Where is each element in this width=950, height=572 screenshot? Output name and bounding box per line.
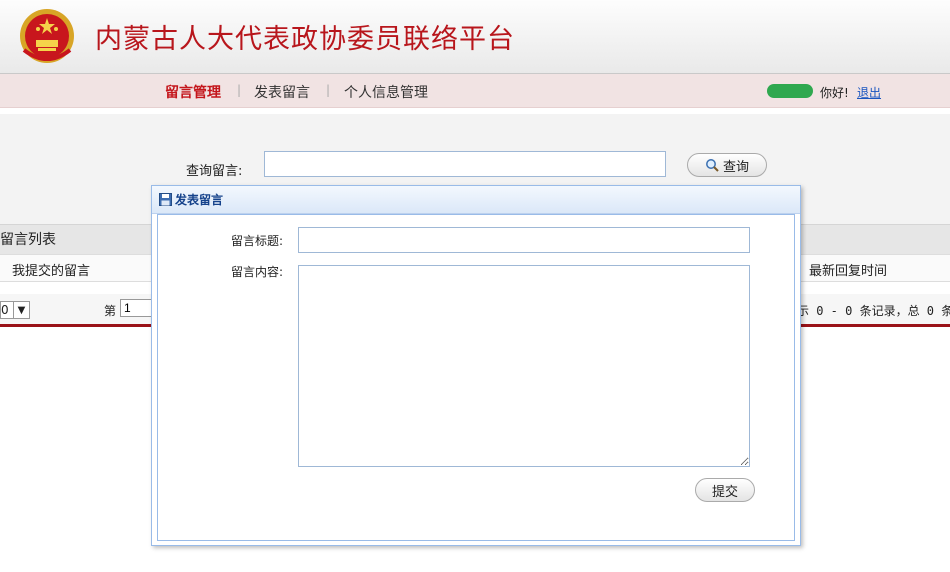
dialog-body: 留言标题: 留言内容: 提交 [157, 214, 795, 541]
content-field-label: 留言内容: [231, 265, 284, 279]
nav-separator: | [326, 83, 331, 97]
page-size-value: 0 [1, 303, 9, 317]
message-content-textarea[interactable] [298, 265, 750, 467]
message-title-input[interactable] [298, 227, 750, 253]
national-emblem-icon [20, 9, 74, 63]
nav-item-message-management[interactable]: 留言管理 [165, 82, 221, 102]
column-last-reply-time[interactable]: 最新回复时间 [809, 260, 887, 279]
dialog-title-bar[interactable]: 发表留言 [152, 186, 800, 214]
site-header: 内蒙古人大代表政协委员联络平台 [0, 0, 950, 74]
page-prefix: 第 [104, 304, 117, 318]
floppy-icon [159, 193, 172, 206]
nav-separator: | [237, 83, 242, 97]
dialog-title: 发表留言 [175, 193, 224, 207]
query-button[interactable]: 查询 [687, 153, 767, 177]
post-message-dialog: 发表留言 留言标题: 留言内容: 提交 [151, 185, 801, 546]
page-number-input[interactable] [120, 299, 154, 317]
main-nav: 留言管理 | 发表留言 | 个人信息管理 你好! 退出 [0, 74, 950, 108]
greeting-text: 你好! [820, 86, 849, 100]
submit-button[interactable]: 提交 [695, 478, 755, 502]
query-label: 查询留言: [186, 164, 243, 179]
column-my-messages[interactable]: 我提交的留言 [12, 260, 90, 279]
record-count-info: 示 0 - 0 条记录，总 0 条记 [797, 304, 950, 318]
username-redacted [767, 84, 813, 98]
logout-link[interactable]: 退出 [857, 84, 881, 101]
magnifier-icon [706, 159, 719, 172]
message-list-title: 留言列表 [0, 232, 56, 248]
chevron-down-icon: ▼ [13, 302, 29, 318]
nav-item-personal-info[interactable]: 个人信息管理 [344, 82, 428, 102]
site-title: 内蒙古人大代表政协委员联络平台 [95, 24, 515, 55]
query-button-label: 查询 [722, 159, 749, 175]
page-size-select[interactable]: 0 ▼ [0, 301, 30, 319]
submit-button-label: 提交 [711, 484, 738, 500]
title-field-label: 留言标题: [231, 234, 284, 248]
query-input[interactable] [264, 151, 666, 177]
nav-item-post-message[interactable]: 发表留言 [254, 82, 310, 102]
